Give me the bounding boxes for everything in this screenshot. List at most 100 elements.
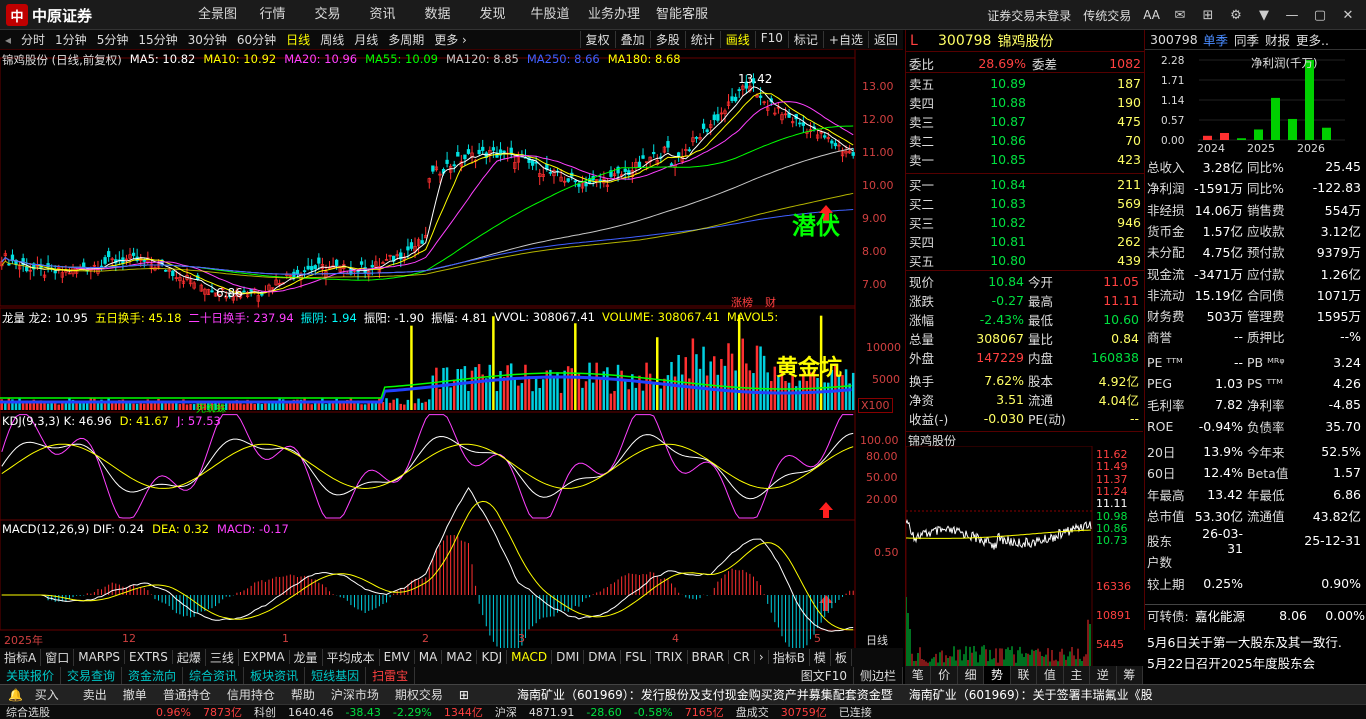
detail-tab[interactable]: 筹 <box>1116 666 1143 684</box>
indicator-tab[interactable]: MA <box>415 650 443 664</box>
credit-holdings-button[interactable]: 信用持仓 <box>219 686 283 703</box>
detail-tab[interactable]: 主 <box>1063 666 1091 684</box>
news-ticker[interactable]: 海南矿业（601969）：发行股份及支付现金购买资产并募集配套资金暨 <box>477 686 901 703</box>
detail-tab[interactable]: 逆 <box>1090 666 1117 684</box>
indicator-tab[interactable]: TRIX <box>651 650 688 664</box>
font-size-button[interactable]: AA <box>1143 8 1160 22</box>
indicator-tab[interactable]: KDJ <box>477 650 508 664</box>
fin-tab[interactable]: 财报 <box>1265 30 1296 49</box>
nav-item[interactable]: 牛股道 <box>520 0 580 30</box>
detail-tab[interactable]: 联 <box>1010 666 1038 684</box>
toolbar-button[interactable]: F10 <box>754 31 788 48</box>
detail-tab[interactable]: 笔 <box>905 666 932 684</box>
indicator-tab[interactable]: 平均成本 <box>323 648 380 666</box>
indicator-tab[interactable]: 窗口 <box>41 648 75 666</box>
indicator-tab[interactable]: MA2 <box>442 650 478 664</box>
options-button[interactable]: 期权交易 <box>387 686 451 703</box>
minimize-icon[interactable]: — <box>1284 7 1300 23</box>
buy-order-row[interactable]: 买一 10.84 211 <box>906 175 1144 194</box>
news-item[interactable]: 5月22日召开2025年度股东会 <box>1147 653 1366 674</box>
toolbar-button[interactable]: 叠加 <box>614 31 650 48</box>
indicator-tab[interactable]: DMI <box>552 650 585 664</box>
event-tag[interactable]: 涨榜 <box>731 294 753 310</box>
period-tab-active[interactable]: 日线 <box>281 31 315 48</box>
indicator-tab[interactable]: 板 <box>831 648 852 666</box>
detail-tab[interactable]: 价 <box>931 666 958 684</box>
login-status[interactable]: 证券交易未登录 <box>987 7 1071 24</box>
cancel-order-button[interactable]: 撤单 <box>115 686 155 703</box>
function-tab[interactable]: 图文F10 <box>795 666 854 684</box>
nav-item[interactable]: 资讯 <box>355 0 410 30</box>
intraday-mini-chart[interactable]: 锦鸡股份 11.62 11.49 11.37 11.24 11.11 10.98 10.86… <box>905 431 1143 667</box>
toolbar-button[interactable]: 画线 <box>719 31 755 48</box>
indicator-tab[interactable]: EXTRS <box>125 650 173 664</box>
kline-chart-area[interactable]: 锦鸡股份 (日线,前复权) MA5: 10.82 MA10: 10.92 MA2… <box>0 50 903 648</box>
convertible-name[interactable]: 嘉化能源 <box>1191 606 1267 625</box>
event-tag[interactable]: 财 <box>765 294 776 310</box>
indicator-tab[interactable]: 起爆 <box>173 648 206 666</box>
news-item[interactable]: 5月6日关于第一大股东及其一致行. <box>1147 632 1366 653</box>
fin-tab[interactable]: 更多.. <box>1296 30 1329 49</box>
news-ticker[interactable]: 海南矿业（601969）：关于签署丰瑞氟业《股 <box>901 686 1161 703</box>
buy-order-row[interactable]: 买二 10.83 569 <box>906 194 1144 213</box>
indicator-tab[interactable]: 指标A <box>0 648 42 666</box>
market-button[interactable]: 沪深市场 <box>323 686 387 703</box>
function-tab[interactable]: 综合资讯 <box>183 666 245 684</box>
status-left[interactable]: 综合选股 <box>0 705 150 719</box>
indicator-tab[interactable]: MARPS <box>74 650 125 664</box>
toolbar-button[interactable]: 返回 <box>867 31 903 48</box>
period-tab[interactable]: 月线 <box>349 31 383 48</box>
toolbar-button[interactable]: 标记 <box>787 31 823 48</box>
help-button[interactable]: 帮助 <box>283 686 323 703</box>
collapse-icon[interactable]: ◂ <box>0 33 16 47</box>
buy-order-row[interactable]: 买四 10.81 262 <box>906 232 1144 251</box>
period-tab[interactable]: 多周期 <box>383 31 429 48</box>
detail-tab[interactable]: 值 <box>1037 666 1064 684</box>
indicator-tab[interactable]: 指标B <box>769 648 810 666</box>
function-tab[interactable]: 侧边栏 <box>854 666 903 684</box>
detail-tab[interactable]: 势 <box>984 666 1011 684</box>
indicator-tab[interactable]: BRAR <box>688 650 730 664</box>
nav-item[interactable]: 交易 <box>300 0 355 30</box>
toolbar-button[interactable]: +自选 <box>822 31 868 48</box>
indicator-tab[interactable]: MACD <box>507 650 553 664</box>
function-tab[interactable]: 资金流向 <box>122 666 184 684</box>
period-tab[interactable]: 30分钟 <box>183 31 232 48</box>
indicator-tab[interactable]: CR <box>729 650 755 664</box>
function-tab[interactable]: 短线基因 <box>305 666 367 684</box>
close-icon[interactable]: ✕ <box>1340 7 1356 23</box>
sell-order-row[interactable]: 卖一 10.85 423 <box>906 150 1144 169</box>
sell-order-row[interactable]: 卖二 10.86 70 <box>906 131 1144 150</box>
nav-item[interactable]: 行情 <box>245 0 300 30</box>
nav-item[interactable]: 业务办理 <box>580 0 648 30</box>
function-tab[interactable]: 关联报价 <box>0 666 62 684</box>
sell-order-row[interactable]: 卖三 10.87 475 <box>906 112 1144 131</box>
indicator-tab[interactable]: 模 <box>810 648 831 666</box>
message-icon[interactable]: ✉ <box>1172 7 1188 23</box>
indicator-tab[interactable]: 三线 <box>206 648 239 666</box>
toolbar-button[interactable]: 复权 <box>579 31 615 48</box>
grid-icon[interactable]: ⊞ <box>1200 7 1216 23</box>
nav-item[interactable]: 数据 <box>410 0 465 30</box>
add-icon[interactable]: ⊞ <box>451 688 477 702</box>
indicator-tab[interactable]: DMA <box>584 650 622 664</box>
period-tab[interactable]: 5分钟 <box>92 31 134 48</box>
period-tab[interactable]: 60分钟 <box>232 31 281 48</box>
toolbar-button[interactable]: 多股 <box>649 31 685 48</box>
toolbar-button[interactable]: 统计 <box>684 31 720 48</box>
function-tab[interactable]: 板块资讯 <box>244 666 306 684</box>
shirt-icon[interactable]: ▼ <box>1256 7 1272 23</box>
function-tab[interactable]: 交易查询 <box>61 666 123 684</box>
period-tab[interactable]: 分时 <box>16 31 50 48</box>
buy-order-row[interactable]: 买三 10.82 946 <box>906 213 1144 232</box>
trade-mode[interactable]: 传统交易 <box>1083 7 1131 24</box>
maximize-icon[interactable]: ▢ <box>1312 7 1328 23</box>
sell-button[interactable]: 卖出 <box>75 686 115 703</box>
sell-order-row[interactable]: 卖五 10.89 187 <box>906 74 1144 93</box>
fin-tab-active[interactable]: 单季 <box>1203 30 1234 49</box>
gear-icon[interactable]: ⚙ <box>1228 7 1244 23</box>
indicator-tab[interactable]: › <box>755 650 769 664</box>
period-tab[interactable]: 周线 <box>315 31 349 48</box>
detail-tab[interactable]: 细 <box>957 666 985 684</box>
buy-order-row[interactable]: 买五 10.80 439 <box>906 251 1144 270</box>
